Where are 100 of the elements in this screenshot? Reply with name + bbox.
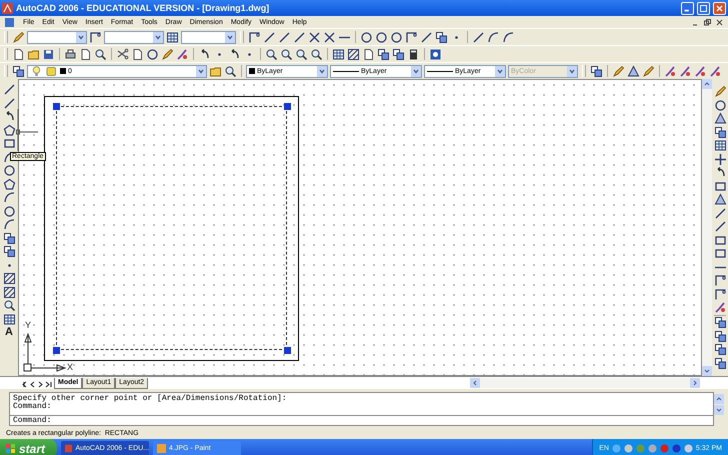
tab-navigation-icon[interactable] [45, 380, 54, 389]
line-icon[interactable] [293, 30, 306, 44]
corner-icon[interactable] [248, 30, 261, 44]
line-icon[interactable] [263, 30, 276, 44]
polygon-icon[interactable] [2, 178, 16, 190]
scroll-down-icon[interactable] [714, 405, 724, 415]
arc-icon[interactable] [2, 218, 16, 231]
scroll-up-icon[interactable] [702, 79, 712, 89]
square-icon[interactable] [714, 234, 726, 246]
scissors-icon[interactable] [116, 48, 129, 60]
triangle-icon[interactable] [714, 112, 726, 125]
corner-icon[interactable] [405, 30, 418, 44]
folder-icon[interactable] [27, 48, 40, 60]
line-icon[interactable] [2, 96, 16, 110]
grid-icon[interactable] [332, 48, 345, 60]
square-icon[interactable] [714, 180, 726, 192]
help-icon[interactable] [429, 48, 442, 60]
cross-icon[interactable] [323, 30, 336, 44]
two-squares-icon[interactable] [392, 48, 405, 60]
two-squares-icon[interactable] [2, 245, 16, 258]
line-icon[interactable] [472, 30, 485, 44]
corner-icon[interactable] [714, 274, 726, 287]
page-icon[interactable] [12, 48, 25, 60]
triangle-icon[interactable] [627, 64, 640, 78]
grip-handle[interactable] [284, 347, 291, 354]
magnifier-icon[interactable] [310, 48, 323, 60]
corner-icon[interactable] [714, 288, 726, 300]
triangle-icon[interactable] [714, 193, 726, 206]
pencil-icon[interactable] [161, 48, 174, 60]
hatch-icon[interactable] [2, 272, 16, 285]
plus-arrows-icon[interactable] [714, 152, 726, 166]
two-squares-icon[interactable] [2, 232, 16, 244]
grid-icon[interactable] [2, 312, 16, 326]
circle-icon[interactable] [2, 164, 16, 177]
magnifier-icon[interactable] [280, 48, 293, 60]
circle-icon[interactable] [360, 30, 373, 44]
command-line-field[interactable]: Command: [9, 415, 714, 426]
grip-handle[interactable] [53, 103, 60, 110]
two-squares-icon[interactable] [435, 30, 448, 44]
maximize-icon[interactable] [697, 2, 710, 14]
circle-icon[interactable] [390, 30, 403, 44]
two-squares-icon[interactable] [377, 48, 390, 60]
document-icon[interactable] [4, 16, 15, 28]
line-icon[interactable] [420, 30, 433, 44]
magnifier-icon[interactable] [265, 48, 278, 60]
arc-icon[interactable] [502, 30, 515, 44]
circle-icon[interactable] [375, 30, 388, 44]
two-squares-icon[interactable] [714, 343, 726, 356]
polygon-icon[interactable] [2, 124, 16, 136]
magnifier-icon[interactable] [2, 299, 16, 312]
scroll-left-icon[interactable] [470, 378, 480, 388]
start-button[interactable]: start [0, 439, 58, 455]
restore-icon[interactable] [703, 18, 712, 26]
scroll-right-icon[interactable] [690, 378, 700, 388]
magnifier-icon[interactable] [94, 48, 107, 60]
page-icon[interactable] [79, 48, 92, 60]
page-icon[interactable] [131, 48, 144, 60]
circle-icon[interactable] [146, 48, 159, 60]
square-icon[interactable] [714, 247, 726, 260]
scroll-down-icon[interactable] [702, 366, 712, 376]
arc-icon[interactable] [2, 191, 16, 204]
pencil-icon[interactable] [12, 30, 25, 44]
calculator-icon[interactable] [407, 48, 420, 60]
two-squares-icon[interactable] [714, 126, 726, 138]
magnifier-icon[interactable] [295, 48, 308, 60]
hatch-icon[interactable] [2, 286, 16, 298]
two-squares-icon[interactable] [714, 316, 726, 329]
scroll-up-icon[interactable] [714, 394, 724, 404]
corner-icon[interactable] [89, 30, 102, 44]
hatch-icon[interactable] [347, 48, 360, 60]
two-squares-icon[interactable] [714, 356, 726, 370]
close-icon[interactable] [715, 18, 724, 26]
brush-icon[interactable] [664, 64, 677, 78]
arc-icon[interactable] [487, 30, 500, 44]
circle-icon[interactable] [2, 204, 16, 218]
brush-icon[interactable] [709, 64, 722, 78]
pencil-icon[interactable] [714, 85, 726, 98]
brush-icon[interactable] [714, 301, 726, 314]
grid-icon[interactable] [714, 139, 726, 152]
minimize-icon[interactable] [681, 2, 694, 14]
brush-icon[interactable] [694, 64, 707, 78]
brush-icon[interactable] [176, 48, 189, 60]
line-icon[interactable] [2, 83, 16, 96]
line-icon[interactable] [278, 30, 291, 44]
grid-icon[interactable] [166, 30, 179, 44]
line-icon[interactable] [714, 220, 726, 233]
circle-icon[interactable] [714, 98, 726, 112]
two-squares-icon[interactable] [12, 64, 25, 78]
cross-icon[interactable] [308, 30, 321, 44]
text-tool[interactable]: A [5, 326, 13, 338]
line-icon[interactable] [714, 206, 726, 220]
page-icon[interactable] [362, 48, 375, 60]
magnifier-icon[interactable] [224, 64, 237, 78]
brush-icon[interactable] [679, 64, 692, 78]
grip-handle[interactable] [53, 347, 60, 354]
two-squares-icon[interactable] [714, 330, 726, 342]
printer-icon[interactable] [64, 48, 77, 60]
grip-handle[interactable] [284, 103, 291, 110]
two-squares-icon[interactable] [590, 64, 603, 78]
square-icon[interactable] [2, 137, 16, 150]
